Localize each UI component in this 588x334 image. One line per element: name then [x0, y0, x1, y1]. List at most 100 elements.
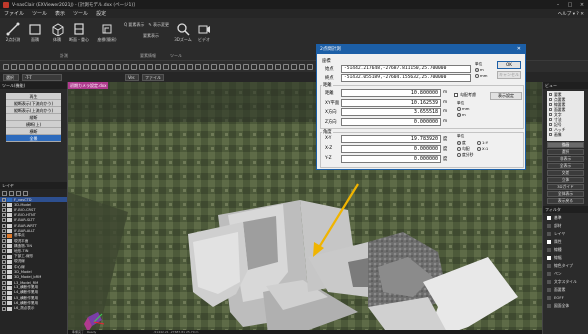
- element-type-item[interactable]: 画像: [549, 132, 582, 137]
- element-type-checkbox[interactable]: [549, 113, 552, 116]
- element-type-checkbox[interactable]: [549, 128, 552, 131]
- layer-visible-checkbox[interactable]: [2, 290, 6, 295]
- layer-visible-checkbox[interactable]: [2, 207, 6, 212]
- layer-visible-checkbox[interactable]: [2, 270, 6, 275]
- rotate-icon[interactable]: [91, 63, 97, 70]
- toggle-indicator[interactable]: [547, 287, 551, 292]
- area-button[interactable]: 面積: [24, 22, 46, 43]
- layer-delete-icon[interactable]: [9, 190, 14, 196]
- filter-toggle[interactable]: 属性: [547, 238, 584, 245]
- layer-visible-checkbox[interactable]: [2, 265, 6, 270]
- layer-visible-checkbox[interactable]: [2, 228, 6, 233]
- ratio-1y-radio[interactable]: 1:Y: [477, 140, 488, 145]
- two-point-measure-button[interactable]: 2点計測: [2, 22, 24, 43]
- layer-icon[interactable]: [115, 63, 121, 70]
- light-icon[interactable]: [259, 63, 265, 70]
- coordinate-button[interactable]: 座標(簡易): [92, 22, 122, 43]
- toggle-indicator[interactable]: [547, 255, 551, 260]
- paste-icon[interactable]: [67, 63, 73, 70]
- zoom-out-icon[interactable]: [203, 63, 209, 70]
- layer-visible-checkbox[interactable]: [2, 213, 6, 218]
- info-icon[interactable]: [299, 63, 305, 70]
- layer-visible-checkbox[interactable]: [2, 223, 6, 228]
- layer-visible-checkbox[interactable]: [2, 202, 6, 207]
- toggle-indicator[interactable]: [547, 303, 551, 308]
- help-icon[interactable]: [307, 63, 313, 70]
- element-type-checkbox[interactable]: [549, 123, 552, 126]
- layer-down-icon[interactable]: [23, 190, 28, 196]
- menu-help[interactable]: ヘルプ ▾ ? ✕: [558, 11, 584, 17]
- layer-visible-checkbox[interactable]: [2, 280, 6, 285]
- filter-toggle[interactable]: レイヤ: [547, 230, 584, 237]
- filter-toggle[interactable]: 部材: [547, 222, 584, 229]
- layer-visible-checkbox[interactable]: [2, 197, 6, 202]
- undo-icon[interactable]: [35, 63, 41, 70]
- distance-row-value[interactable]: 10.162539: [341, 98, 441, 107]
- toggle-indicator[interactable]: [547, 239, 551, 244]
- filter-toggle[interactable]: 基準: [547, 214, 584, 221]
- filter-toggle[interactable]: 線幅: [547, 254, 584, 261]
- open-icon[interactable]: [11, 63, 17, 70]
- ok-button[interactable]: OK: [497, 61, 521, 69]
- element-type-checkbox[interactable]: [549, 133, 552, 136]
- tool-item[interactable]: 横断: [6, 128, 61, 135]
- layer-row[interactable]: 3D_Model_bRM: [0, 275, 67, 280]
- view-button[interactable]: 描画: [547, 142, 584, 148]
- fit-icon[interactable]: [219, 63, 225, 70]
- dim-icon[interactable]: [147, 63, 153, 70]
- view-front-icon[interactable]: [227, 63, 233, 70]
- snap-icon[interactable]: [171, 63, 177, 70]
- display-settings-button[interactable]: 表示設定: [490, 92, 522, 100]
- toggle-indicator[interactable]: [547, 271, 551, 276]
- zoom-in-icon[interactable]: [195, 63, 201, 70]
- dist-unit-m-radio[interactable]: m: [457, 112, 466, 117]
- view-button[interactable]: 立体: [547, 177, 584, 183]
- toggle-indicator[interactable]: [547, 231, 551, 236]
- tool-item[interactable]: 再生: [6, 93, 61, 100]
- layer-up-icon[interactable]: [16, 190, 21, 196]
- layer-visible-checkbox[interactable]: [2, 244, 6, 249]
- tool-item[interactable]: 横断(上): [6, 121, 61, 128]
- copy-icon[interactable]: [59, 63, 65, 70]
- filter-toggle[interactable]: ペン: [547, 270, 584, 277]
- tool-item[interactable]: 全景: [6, 135, 61, 142]
- view-button[interactable]: 表示戻る: [547, 198, 584, 204]
- layer-visible-checkbox[interactable]: [2, 254, 6, 259]
- slope-checkbox[interactable]: 勾配考慮: [454, 92, 476, 98]
- angle-row-value[interactable]: 0.000000: [341, 145, 441, 153]
- angle-row-value[interactable]: 0.000000: [341, 155, 441, 163]
- file-field[interactable]: ファイル: [142, 73, 164, 81]
- menu-settings[interactable]: 設定: [96, 10, 106, 17]
- dialog-close-icon[interactable]: ✕: [517, 45, 521, 54]
- layer-row[interactable]: 中心線: [0, 264, 67, 270]
- cancel-button[interactable]: キャンセル: [497, 71, 521, 79]
- maximize-button[interactable]: □: [564, 2, 576, 8]
- filter-toggle[interactable]: 線種: [547, 246, 584, 253]
- element-type-checkbox[interactable]: [549, 98, 552, 101]
- save-icon[interactable]: [19, 63, 25, 70]
- mode-field[interactable]: -T-T: [22, 73, 62, 81]
- select-field[interactable]: 選択: [3, 73, 19, 81]
- dist-unit-mm-radio[interactable]: mm: [457, 106, 469, 111]
- tool-item[interactable]: 縦断表示(上流向かう): [6, 107, 61, 114]
- end-coord-field[interactable]: -51432.055189,-27604.155632,25.700000: [341, 74, 471, 82]
- viewport-tab[interactable]: 初期カメラ設定.dxx: [68, 82, 108, 89]
- filter-toggle[interactable]: 線色タイプ: [547, 262, 584, 269]
- layer-visible-checkbox[interactable]: [2, 275, 6, 280]
- distance-row-value[interactable]: 10.800000: [341, 89, 441, 97]
- angle-row-value[interactable]: 19.783920: [341, 135, 441, 143]
- layer-row[interactable]: 3D-Model: [0, 202, 67, 207]
- view-iso-icon[interactable]: [251, 63, 257, 70]
- layer-visible-checkbox[interactable]: [2, 259, 6, 264]
- layer-row[interactable]: F_vasCTD: [0, 197, 67, 203]
- filter-toggle[interactable]: 文字スタイル: [547, 278, 584, 285]
- layer-visible-checkbox[interactable]: [2, 249, 6, 254]
- version-field[interactable]: Ver.: [125, 73, 139, 81]
- toggle-indicator[interactable]: [547, 295, 551, 300]
- grid-icon[interactable]: [179, 63, 185, 70]
- layer-row[interactable]: 3D_Model: [0, 270, 67, 275]
- render-icon[interactable]: [283, 63, 289, 70]
- cut-icon[interactable]: [51, 63, 57, 70]
- scale-icon[interactable]: [107, 63, 113, 70]
- layer-row[interactable]: IF-BAR-WRTT: [0, 223, 67, 228]
